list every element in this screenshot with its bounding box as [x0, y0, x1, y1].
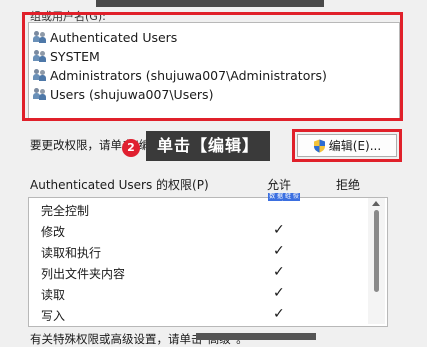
permission-row: 完全控制 — [29, 199, 369, 220]
bottom-banner — [196, 333, 316, 340]
allow-check: ✓ — [273, 285, 285, 301]
allow-check: ✓ — [273, 222, 285, 238]
scrollbar-thumb[interactable] — [374, 210, 379, 292]
step-badge: 2 — [122, 139, 140, 157]
permission-row: 读取和执行 ✓ — [29, 241, 369, 262]
allow-check: ✓ — [273, 243, 285, 259]
top-banner — [96, 0, 324, 7]
permissions-list: 完全控制 修改 ✓ 读取和执行 ✓ 列出文件夹内容 ✓ 读取 ✓ 写入 ✓ — [28, 197, 388, 327]
allow-check: ✓ — [273, 306, 285, 322]
permission-label: 读取 — [41, 288, 66, 302]
deny-column-header: 拒绝 — [336, 178, 361, 192]
watermark-badge: 数 据 蛙 恢 复 — [268, 193, 300, 208]
permission-row: 列出文件夹内容 ✓ — [29, 262, 369, 283]
permission-row: 写入 ✓ — [29, 304, 369, 325]
permission-label: 完全控制 — [41, 204, 90, 218]
scroll-up-arrow-icon[interactable] — [372, 201, 380, 206]
instruction-callout: 单击【编辑】 — [146, 131, 270, 161]
highlight-box-users — [22, 12, 403, 121]
allow-check: ✓ — [273, 264, 285, 280]
permissions-title: Authenticated Users 的权限(P) — [30, 178, 209, 192]
allow-column-header: 允许 — [267, 178, 292, 192]
permission-row: 修改 ✓ — [29, 220, 369, 241]
permission-label: 写入 — [41, 309, 66, 323]
permission-row: 读取 ✓ — [29, 283, 369, 304]
highlight-box-edit — [292, 129, 402, 162]
permission-label: 修改 — [41, 225, 66, 239]
permission-label: 读取和执行 — [41, 246, 102, 260]
permission-label: 列出文件夹内容 — [41, 267, 126, 281]
